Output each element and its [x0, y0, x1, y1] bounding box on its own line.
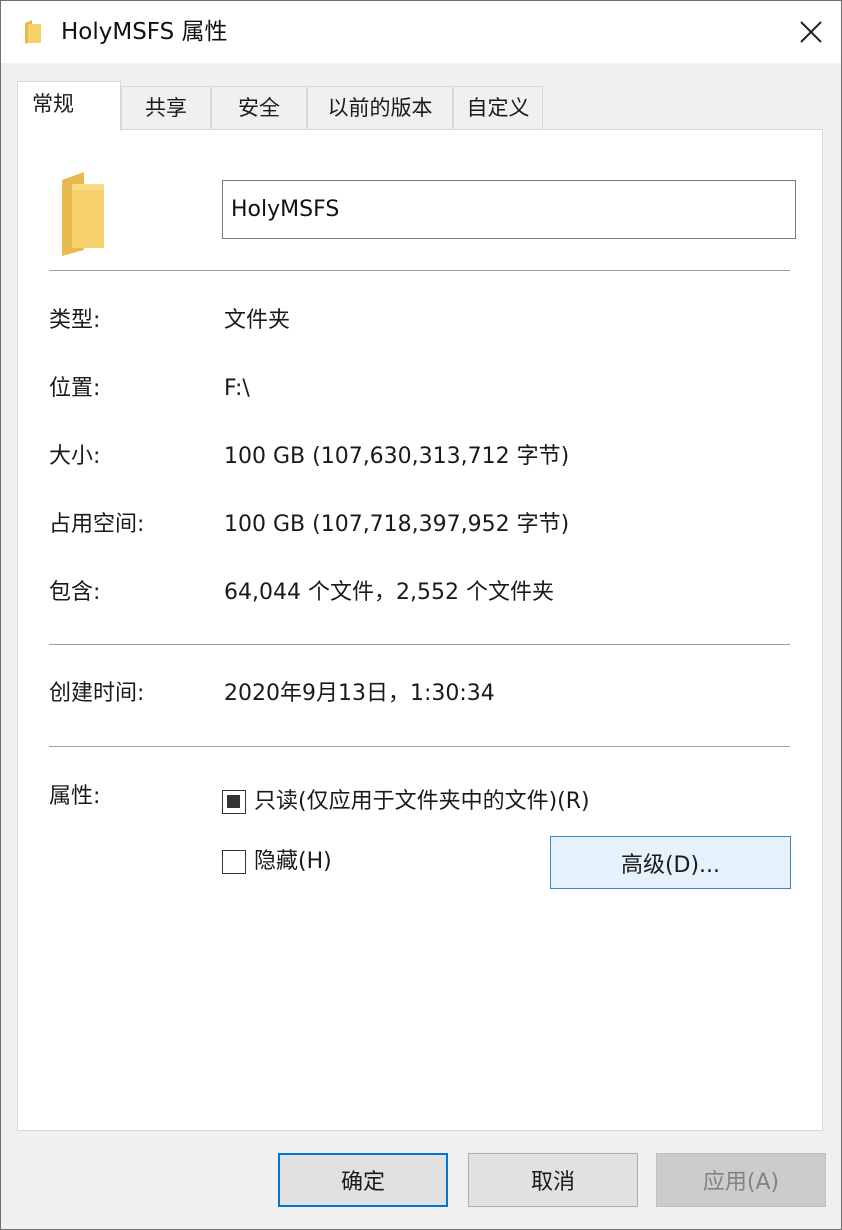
window-title: HolyMSFS 属性 — [61, 19, 228, 45]
size-label: 大小: — [49, 444, 101, 469]
tab-previous-versions[interactable]: 以前的版本 — [307, 86, 453, 130]
attributes-label: 属性: — [49, 784, 101, 809]
ok-button[interactable]: 确定 — [278, 1153, 448, 1207]
type-value: 文件夹 — [224, 308, 291, 333]
divider — [49, 644, 790, 645]
folder-icon — [25, 20, 41, 44]
advanced-button[interactable]: 高级(D)... — [550, 836, 791, 889]
tab-bar: 常规 共享 安全 以前的版本 自定义 — [17, 81, 557, 131]
location-value: F:\ — [224, 376, 250, 401]
hidden-checkbox[interactable] — [222, 850, 246, 874]
tab-general[interactable]: 常规 — [17, 81, 121, 131]
readonly-checkbox[interactable] — [222, 790, 246, 814]
disk-size-value: 100 GB (107,718,397,952 字节) — [224, 512, 570, 537]
size-value: 100 GB (107,630,313,712 字节) — [224, 444, 570, 469]
title-bar: HolyMSFS 属性 — [1, 1, 841, 63]
close-icon — [800, 21, 822, 43]
cancel-button[interactable]: 取消 — [468, 1153, 638, 1207]
divider — [49, 270, 790, 271]
close-button[interactable] — [789, 11, 833, 53]
contains-value: 64,044 个文件，2,552 个文件夹 — [224, 580, 554, 605]
folder-name-input[interactable] — [222, 180, 796, 239]
tab-customize[interactable]: 自定义 — [453, 86, 543, 130]
created-label: 创建时间: — [49, 681, 145, 706]
general-panel: 类型: 文件夹 位置: F:\ 大小: 100 GB (107,630,313,… — [17, 129, 823, 1131]
properties-window: HolyMSFS 属性 常规 共享 安全 以前的版本 自定义 类型: 文件夹 位… — [0, 0, 842, 1230]
tab-sharing[interactable]: 共享 — [121, 86, 211, 130]
tab-security[interactable]: 安全 — [211, 86, 307, 130]
created-value: 2020年9月13日，1:30:34 — [224, 681, 495, 706]
folder-icon — [62, 172, 104, 256]
type-label: 类型: — [49, 308, 101, 333]
location-label: 位置: — [49, 376, 101, 401]
divider — [49, 746, 790, 747]
contains-label: 包含: — [49, 580, 101, 605]
hidden-label[interactable]: 隐藏(H) — [254, 847, 332, 877]
disk-size-label: 占用空间: — [49, 512, 145, 537]
apply-button[interactable]: 应用(A) — [656, 1153, 826, 1207]
readonly-label[interactable]: 只读(仅应用于文件夹中的文件)(R) — [254, 787, 590, 817]
